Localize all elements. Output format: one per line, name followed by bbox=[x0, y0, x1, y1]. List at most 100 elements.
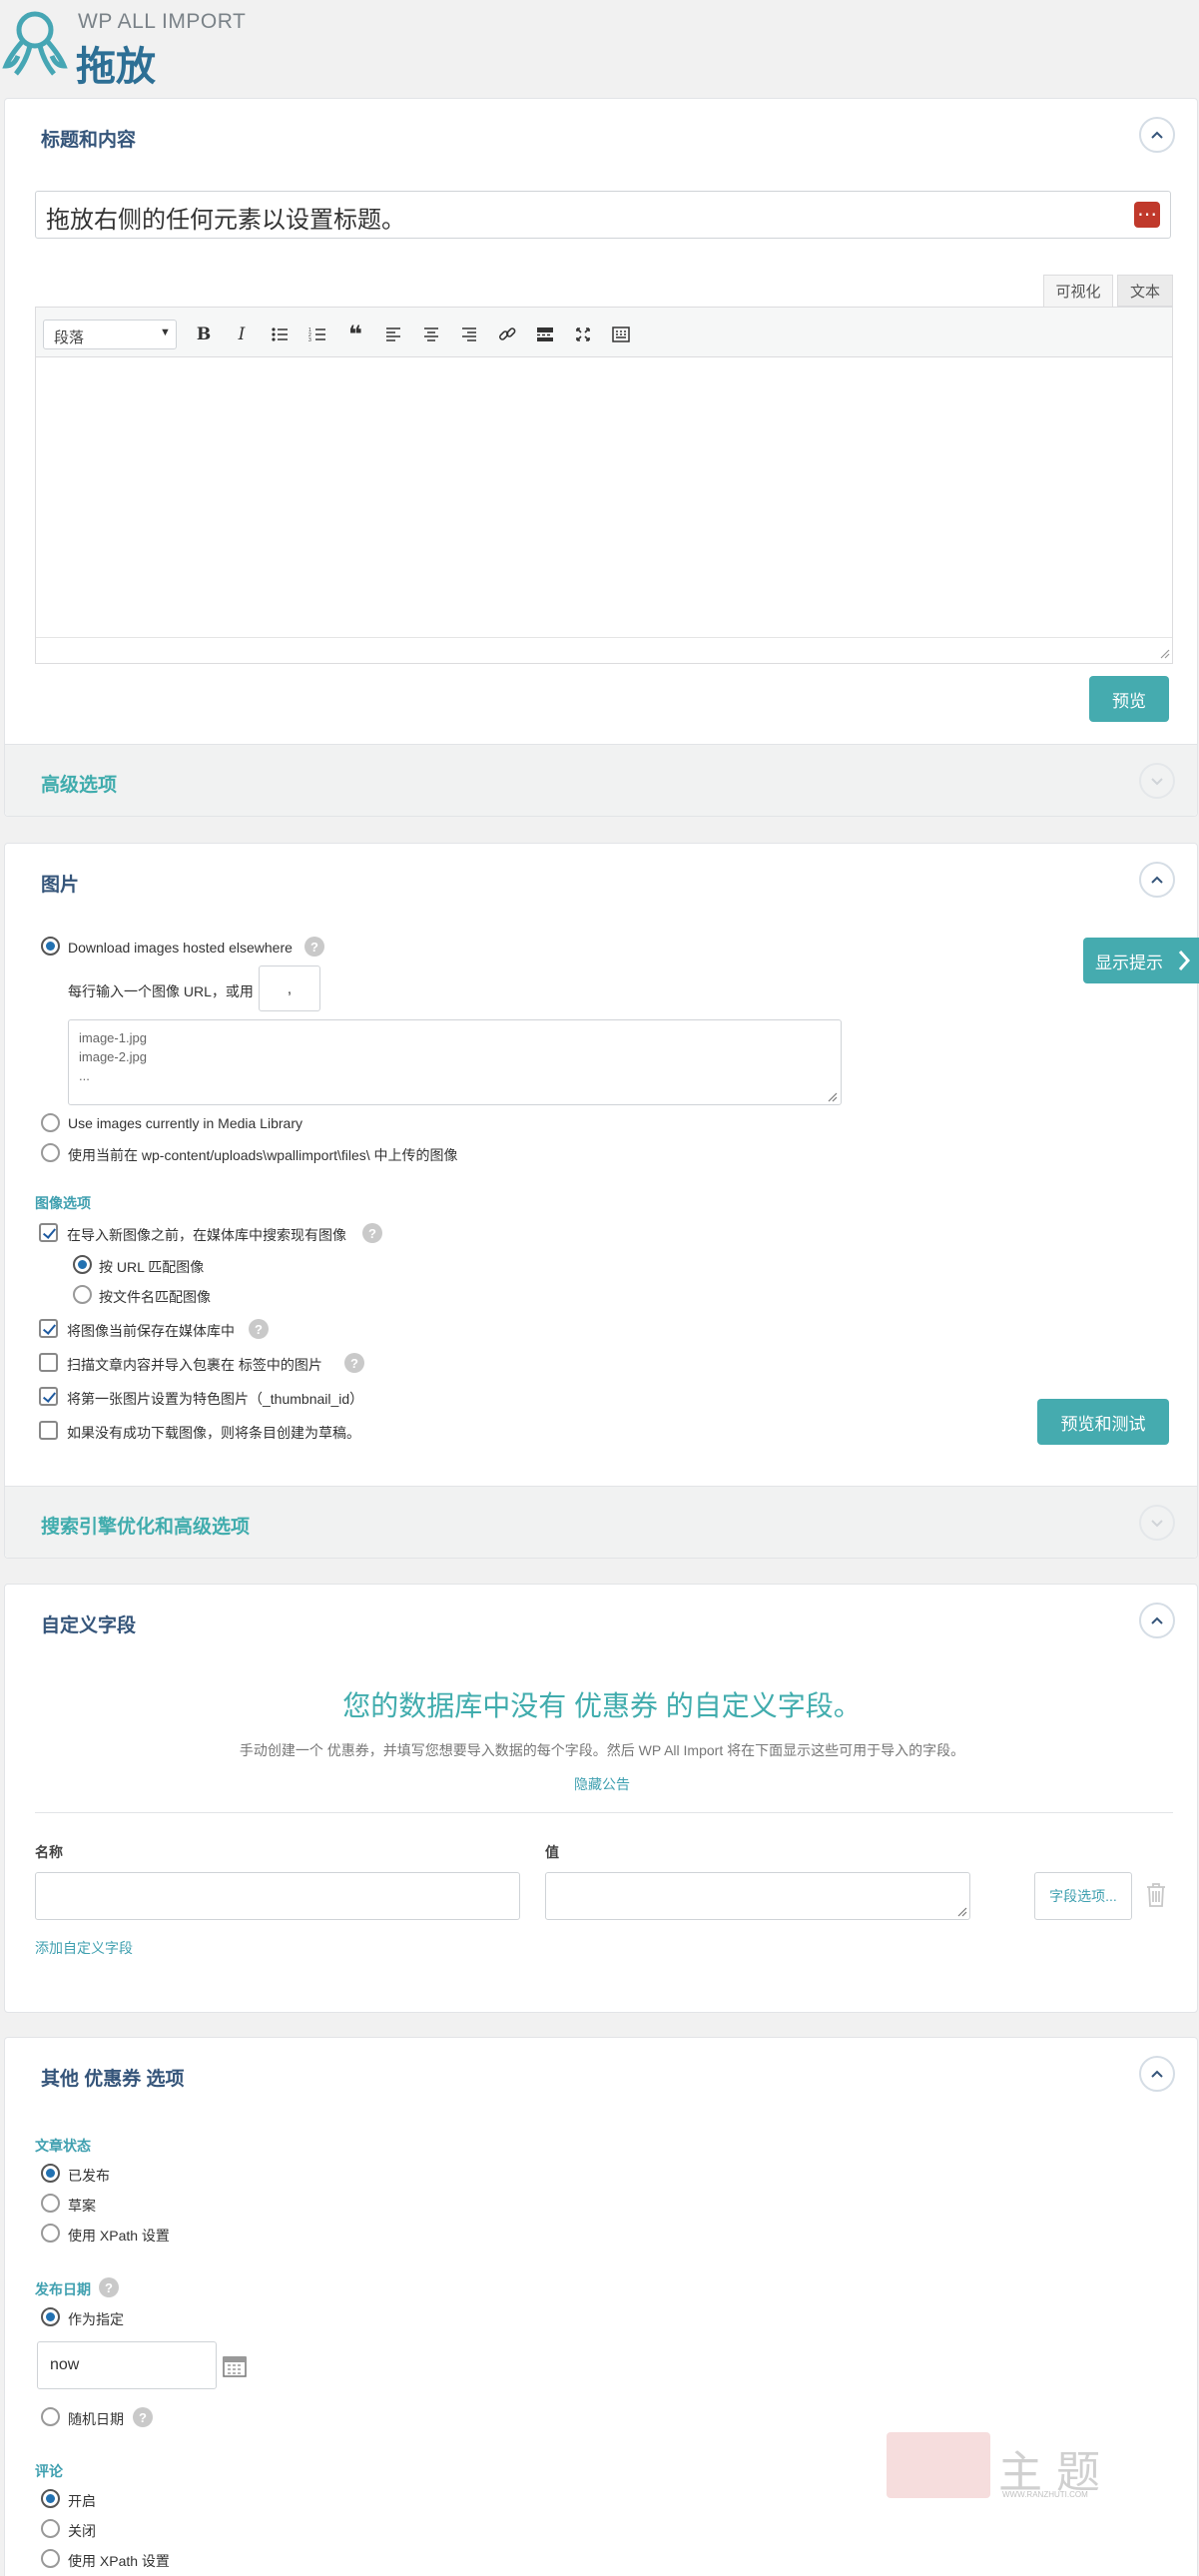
toolbar-toggle-icon[interactable] bbox=[606, 322, 636, 347]
expand-button[interactable] bbox=[1139, 763, 1175, 799]
chevron-up-icon bbox=[1151, 876, 1163, 884]
help-icon[interactable]: ? bbox=[344, 1353, 364, 1373]
tab-text-label: 文本 bbox=[1129, 283, 1160, 301]
label-comments-closed: 关闭 bbox=[68, 2523, 96, 2539]
label-comments-xpath: 使用 XPath 设置 bbox=[68, 2553, 170, 2569]
custom-fields-panel: 自定义字段 您的数据库中没有 优惠券 的自定义字段。 手动创建一个 优惠券，并填… bbox=[4, 1584, 1198, 2013]
help-icon[interactable]: ? bbox=[99, 2277, 119, 2297]
label-status-xpath: 使用 XPath 设置 bbox=[68, 2228, 170, 2244]
url-hint-text: 每行输入一个图像 URL，或用 bbox=[68, 983, 254, 999]
numbered-list-icon[interactable]: 123 bbox=[302, 322, 332, 347]
radio-date-random[interactable] bbox=[41, 2407, 60, 2426]
show-hints-label: 显示提示 bbox=[1095, 953, 1163, 972]
format-select[interactable]: 段落 ▼ bbox=[43, 320, 177, 349]
expand-button[interactable] bbox=[1139, 1505, 1175, 1541]
preview-button-label: 预览 bbox=[1112, 691, 1146, 711]
hide-notice-link[interactable]: 隐藏公告 bbox=[5, 1774, 1199, 1794]
align-center-icon[interactable] bbox=[416, 322, 446, 347]
calendar-icon[interactable] bbox=[223, 2355, 247, 2377]
collapse-button[interactable] bbox=[1139, 117, 1175, 153]
octopus-logo-icon bbox=[2, 11, 68, 76]
chevron-down-icon bbox=[1151, 778, 1163, 786]
date-value: now bbox=[50, 2356, 80, 2373]
post-date-label: 发布日期 bbox=[35, 2281, 91, 2297]
help-icon[interactable]: ? bbox=[133, 2407, 153, 2427]
chevron-up-icon bbox=[1151, 1616, 1163, 1624]
seo-options-bar[interactable]: 搜索引擎优化和高级选项 bbox=[5, 1486, 1197, 1558]
checkbox-keep-in-library[interactable] bbox=[39, 1319, 58, 1338]
label-match-filename: 按文件名匹配图像 bbox=[99, 1289, 211, 1305]
label-status-draft: 草案 bbox=[68, 2198, 96, 2214]
chevron-up-icon bbox=[1151, 2070, 1163, 2078]
page-title: 拖放 bbox=[76, 45, 156, 89]
trash-icon[interactable] bbox=[1145, 1882, 1167, 1908]
separator-input[interactable]: , bbox=[259, 966, 320, 1011]
checkbox-scan-content[interactable] bbox=[39, 1353, 58, 1372]
collapse-button[interactable] bbox=[1139, 862, 1175, 898]
title-input[interactable]: 拖放右侧的任何元素以设置标题。 ⋯ bbox=[35, 191, 1171, 239]
field-options-button[interactable]: 字段选项... bbox=[1034, 1872, 1132, 1920]
collapse-button[interactable] bbox=[1139, 2056, 1175, 2092]
format-select-value: 段落 bbox=[54, 329, 85, 346]
editor-statusbar bbox=[36, 637, 1172, 663]
label-uploaded-files: 使用当前在 wp-content/uploads\wpallimport\fil… bbox=[68, 1147, 458, 1163]
resize-handle-icon[interactable] bbox=[826, 1090, 838, 1102]
preview-button[interactable]: 预览 bbox=[1089, 676, 1169, 722]
fullscreen-icon[interactable] bbox=[568, 322, 598, 347]
read-more-icon[interactable] bbox=[530, 322, 560, 347]
label-comments-open: 开启 bbox=[68, 2493, 96, 2509]
date-input[interactable]: now bbox=[37, 2341, 217, 2389]
textarea-content: image-1.jpg image-2.jpg ... bbox=[79, 1030, 147, 1083]
help-icon[interactable]: ? bbox=[249, 1319, 269, 1339]
blockquote-icon[interactable]: ❝ bbox=[340, 322, 370, 348]
bold-icon[interactable]: B bbox=[189, 322, 219, 347]
radio-uploaded-files[interactable] bbox=[41, 1143, 60, 1162]
resize-handle-icon[interactable] bbox=[1158, 647, 1170, 659]
resize-handle-icon[interactable] bbox=[955, 1905, 967, 1917]
help-icon[interactable]: ? bbox=[362, 1223, 382, 1243]
content-editor[interactable] bbox=[35, 307, 1173, 664]
checkbox-draft-on-fail[interactable] bbox=[39, 1421, 58, 1440]
bullet-list-icon[interactable] bbox=[265, 322, 295, 347]
panel-heading-title-content: 标题和内容 bbox=[41, 130, 137, 151]
tab-visual-label: 可视化 bbox=[1055, 284, 1101, 301]
images-panel: 图片 显示提示 Download images hosted elsewhere… bbox=[4, 843, 1199, 1559]
radio-status-xpath[interactable] bbox=[41, 2224, 60, 2243]
link-icon[interactable] bbox=[492, 322, 522, 347]
italic-icon[interactable]: I bbox=[227, 322, 257, 347]
panel-heading-images: 图片 bbox=[41, 875, 80, 896]
radio-match-filename[interactable] bbox=[73, 1285, 92, 1304]
image-options-label: 图像选项 bbox=[35, 1195, 91, 1211]
collapse-button[interactable] bbox=[1139, 1603, 1175, 1638]
separator-value: , bbox=[287, 979, 293, 997]
show-hints-button[interactable]: 显示提示 bbox=[1083, 938, 1199, 983]
radio-comments-closed[interactable] bbox=[41, 2519, 60, 2538]
more-options-icon[interactable]: ⋯ bbox=[1134, 202, 1160, 228]
add-custom-field-link[interactable]: 添加自定义字段 bbox=[35, 1938, 133, 1958]
tab-visual[interactable]: 可视化 bbox=[1043, 275, 1113, 307]
checkbox-set-featured[interactable] bbox=[39, 1387, 58, 1406]
radio-match-url[interactable] bbox=[73, 1255, 92, 1274]
column-header-value: 值 bbox=[545, 1844, 559, 1860]
field-value-textarea[interactable] bbox=[545, 1872, 970, 1920]
radio-comments-open[interactable] bbox=[41, 2489, 60, 2508]
advanced-options-bar[interactable]: 高级选项 bbox=[5, 744, 1197, 816]
post-status-label: 文章状态 bbox=[35, 2138, 91, 2154]
checkbox-search-existing[interactable] bbox=[39, 1223, 58, 1242]
help-icon[interactable]: ? bbox=[304, 937, 324, 957]
align-right-icon[interactable] bbox=[454, 322, 484, 347]
comments-label: 评论 bbox=[35, 2463, 63, 2479]
radio-download-images[interactable] bbox=[41, 937, 60, 956]
radio-date-specified[interactable] bbox=[41, 2307, 60, 2326]
title-content-panel: 标题和内容 拖放右侧的任何元素以设置标题。 ⋯ 可视化 文本 段落 ▼ B I … bbox=[4, 98, 1198, 817]
align-left-icon[interactable] bbox=[378, 322, 408, 347]
tab-text[interactable]: 文本 bbox=[1117, 275, 1173, 307]
preview-test-button[interactable]: 预览和测试 bbox=[1037, 1399, 1169, 1445]
field-name-input[interactable] bbox=[35, 1872, 520, 1920]
svg-text:3: 3 bbox=[308, 337, 311, 342]
radio-status-draft[interactable] bbox=[41, 2194, 60, 2213]
image-urls-textarea[interactable]: image-1.jpg image-2.jpg ... bbox=[68, 1019, 842, 1105]
radio-comments-xpath[interactable] bbox=[41, 2549, 60, 2568]
radio-media-library[interactable] bbox=[41, 1113, 60, 1132]
radio-status-published[interactable] bbox=[41, 2164, 60, 2183]
